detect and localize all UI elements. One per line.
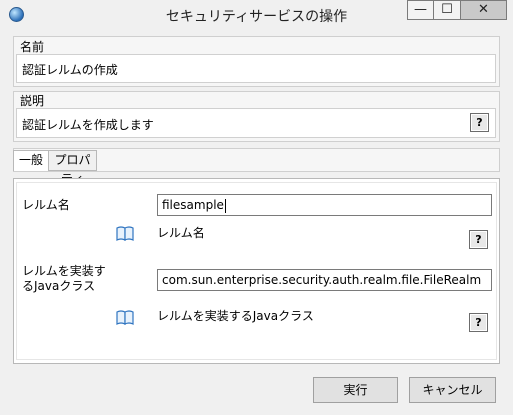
name-label: 名前 bbox=[20, 40, 45, 54]
close-button[interactable]: ✕ bbox=[461, 0, 507, 20]
java-class-input[interactable]: com.sun.enterprise.security.auth.realm.f… bbox=[157, 269, 492, 291]
realm-name-help-button[interactable]: ? bbox=[469, 230, 488, 249]
description-value: 認証レルムを作成します bbox=[22, 118, 154, 132]
cancel-button[interactable]: キャンセル bbox=[409, 377, 496, 403]
help-icon: ? bbox=[470, 314, 487, 331]
help-icon: ? bbox=[470, 231, 487, 248]
execute-button[interactable]: 実行 bbox=[313, 377, 398, 403]
realm-name-input[interactable]: filesample bbox=[157, 194, 492, 216]
help-icon: ? bbox=[471, 114, 488, 131]
minimize-icon: — bbox=[414, 2, 427, 17]
name-value-box: 認証レルムの作成 bbox=[16, 54, 496, 83]
book-icon bbox=[116, 226, 134, 241]
java-class-help-button[interactable]: ? bbox=[469, 313, 488, 332]
tab-general[interactable]: 一般 bbox=[13, 150, 49, 171]
maximize-button[interactable]: ☐ bbox=[434, 0, 461, 20]
java-class-label-line2: るJavaクラス bbox=[22, 279, 96, 293]
java-class-hint: レルムを実装するJavaクラス bbox=[157, 309, 314, 323]
realm-name-hint: レルム名 bbox=[157, 226, 205, 240]
description-label: 説明 bbox=[20, 94, 45, 108]
close-icon: ✕ bbox=[478, 2, 489, 17]
description-value-box: 認証レルムを作成します ? bbox=[16, 108, 496, 138]
maximize-icon: ☐ bbox=[441, 2, 453, 17]
description-help-button[interactable]: ? bbox=[470, 113, 489, 132]
name-value: 認証レルムの作成 bbox=[22, 63, 118, 77]
minimize-button[interactable]: — bbox=[407, 0, 434, 20]
realm-name-label: レルム名 bbox=[22, 198, 70, 212]
book-icon bbox=[116, 310, 134, 325]
tab-properties[interactable]: プロパティ bbox=[48, 150, 97, 186]
